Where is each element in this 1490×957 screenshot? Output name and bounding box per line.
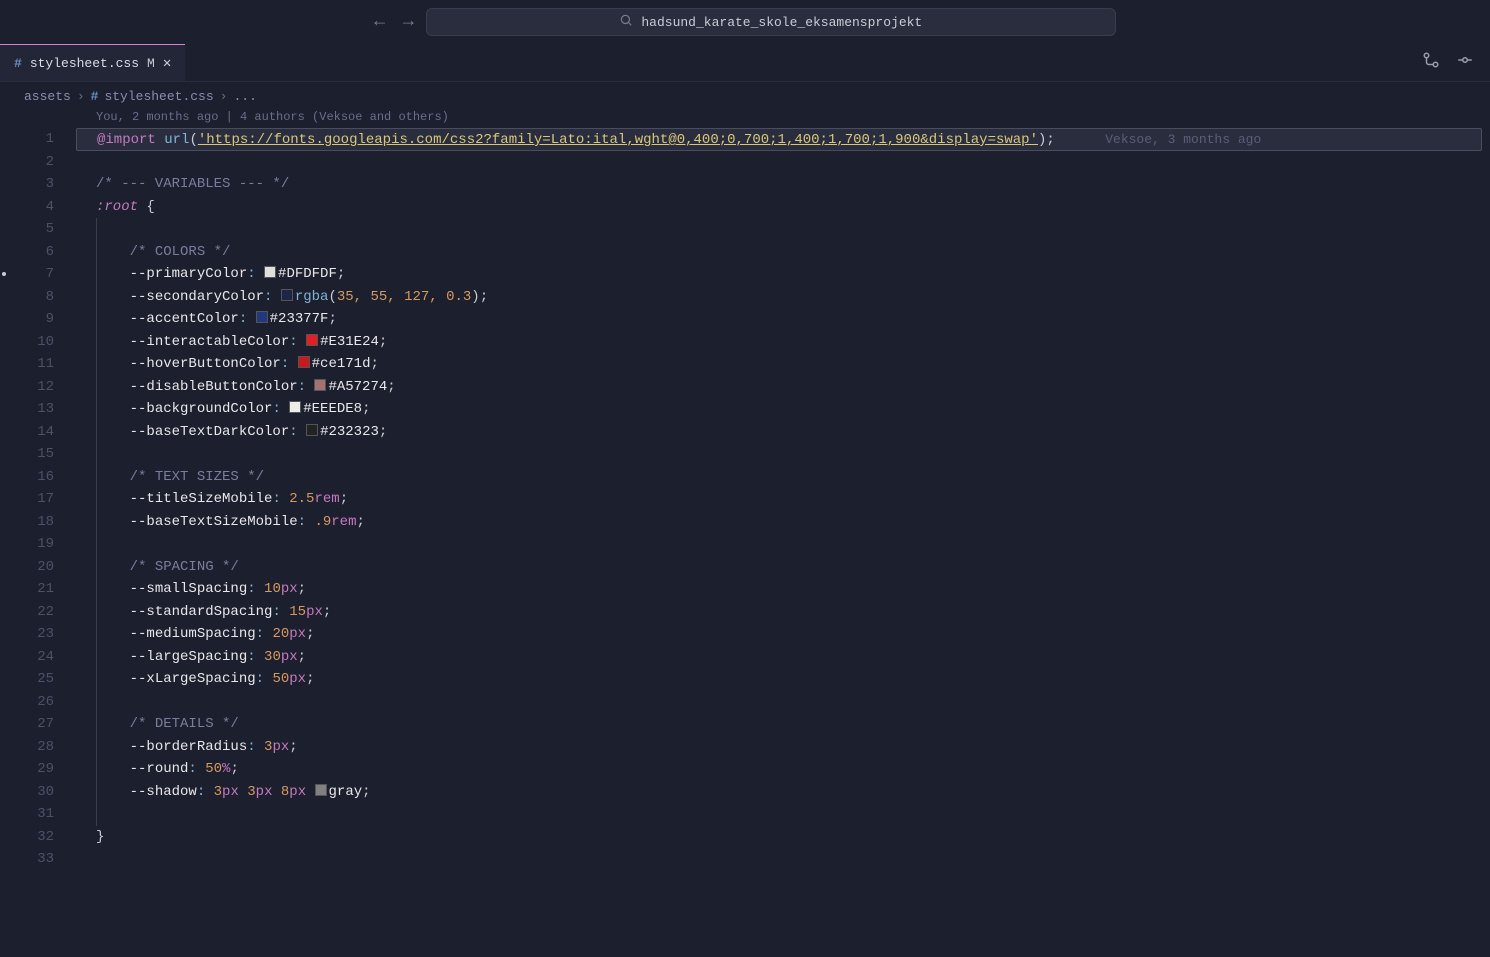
code-line[interactable]: --titleSizeMobile: 2.5rem; <box>76 488 1490 511</box>
code-line[interactable]: --xLargeSpacing: 50px; <box>76 668 1490 691</box>
code-line[interactable]: --smallSpacing: 10px; <box>76 578 1490 601</box>
nav-arrows: ← → <box>374 12 414 32</box>
code-line[interactable]: /* TEXT SIZES */ <box>76 466 1490 489</box>
code-area[interactable]: @import url('https://fonts.googleapis.co… <box>76 128 1490 957</box>
color-swatch[interactable] <box>256 311 268 323</box>
tab-modified-indicator: M <box>147 56 155 71</box>
css-file-icon: # <box>91 89 99 104</box>
command-center-search[interactable]: hadsund_karate_skole_eksamensprojekt <box>426 8 1116 36</box>
close-icon[interactable]: ✕ <box>163 55 171 72</box>
code-line[interactable]: } <box>76 826 1490 849</box>
breadcrumb-tail[interactable]: ... <box>233 89 256 104</box>
css-file-icon: # <box>14 56 22 71</box>
color-swatch[interactable] <box>306 424 318 436</box>
code-line[interactable]: /* SPACING */ <box>76 556 1490 579</box>
code-line[interactable]: --hoverButtonColor: #ce171d; <box>76 353 1490 376</box>
tab-filename: stylesheet.css <box>30 56 139 71</box>
code-line[interactable]: --round: 50%; <box>76 758 1490 781</box>
color-swatch[interactable] <box>281 289 293 301</box>
code-line[interactable]: /* DETAILS */ <box>76 713 1490 736</box>
code-line[interactable] <box>76 151 1490 174</box>
inline-blame[interactable]: Veksoe, 3 months ago <box>1105 132 1261 147</box>
tabbar: # stylesheet.css M ✕ <box>0 44 1490 82</box>
code-line[interactable]: --interactableColor: #E31E24; <box>76 331 1490 354</box>
code-line[interactable]: --baseTextDarkColor: #232323; <box>76 421 1490 444</box>
code-line[interactable]: --standardSpacing: 15px; <box>76 601 1490 624</box>
code-line[interactable]: @import url('https://fonts.googleapis.co… <box>76 128 1482 151</box>
code-line[interactable]: /* --- VARIABLES --- */ <box>76 173 1490 196</box>
tabbar-actions <box>1422 44 1490 81</box>
color-swatch[interactable] <box>289 401 301 413</box>
color-swatch[interactable] <box>306 334 318 346</box>
code-line[interactable] <box>76 443 1490 466</box>
code-line[interactable] <box>76 218 1490 241</box>
nav-forward-icon[interactable]: → <box>403 12 414 32</box>
chevron-right-icon: › <box>220 89 228 104</box>
code-line[interactable]: :root { <box>76 196 1490 219</box>
code-line[interactable]: --shadow: 3px 3px 8px gray; <box>76 781 1490 804</box>
code-line[interactable]: --accentColor: #23377F; <box>76 308 1490 331</box>
code-line[interactable]: --backgroundColor: #EEEDE8; <box>76 398 1490 421</box>
search-icon <box>619 13 633 31</box>
tab-stylesheet-css[interactable]: # stylesheet.css M ✕ <box>0 44 185 81</box>
breadcrumb-folder[interactable]: assets <box>24 89 71 104</box>
editor[interactable]: 12345 678910 1112131415 1617181920 21222… <box>0 128 1490 957</box>
code-line[interactable]: --disableButtonColor: #A57274; <box>76 376 1490 399</box>
more-actions-icon[interactable] <box>1456 51 1474 74</box>
code-line[interactable] <box>76 848 1490 871</box>
code-line[interactable] <box>76 803 1490 826</box>
color-swatch[interactable] <box>264 266 276 278</box>
code-line[interactable]: --baseTextSizeMobile: .9rem; <box>76 511 1490 534</box>
color-swatch[interactable] <box>314 379 326 391</box>
titlebar: ← → hadsund_karate_skole_eksamensprojekt <box>0 0 1490 44</box>
code-line[interactable]: --borderRadius: 3px; <box>76 736 1490 759</box>
code-line[interactable]: --secondaryColor: rgba(35, 55, 127, 0.3)… <box>76 286 1490 309</box>
code-line[interactable] <box>76 533 1490 556</box>
search-text: hadsund_karate_skole_eksamensprojekt <box>641 15 922 30</box>
breadcrumb[interactable]: assets › # stylesheet.css › ... <box>0 82 1490 110</box>
color-swatch[interactable] <box>298 356 310 368</box>
color-swatch[interactable] <box>315 784 327 796</box>
gutter: 12345 678910 1112131415 1617181920 21222… <box>0 128 76 957</box>
compare-changes-icon[interactable] <box>1422 51 1440 74</box>
nav-back-icon[interactable]: ← <box>374 12 385 32</box>
code-line[interactable] <box>76 691 1490 714</box>
breadcrumb-file[interactable]: stylesheet.css <box>104 89 213 104</box>
chevron-right-icon: › <box>77 89 85 104</box>
code-line[interactable]: --largeSpacing: 30px; <box>76 646 1490 669</box>
code-line[interactable]: --primaryColor: #DFDFDF; <box>76 263 1490 286</box>
code-line[interactable]: /* COLORS */ <box>76 241 1490 264</box>
code-line[interactable]: --mediumSpacing: 20px; <box>76 623 1490 646</box>
gitlens-file-annotation[interactable]: You, 2 months ago | 4 authors (Veksoe an… <box>0 110 1490 128</box>
